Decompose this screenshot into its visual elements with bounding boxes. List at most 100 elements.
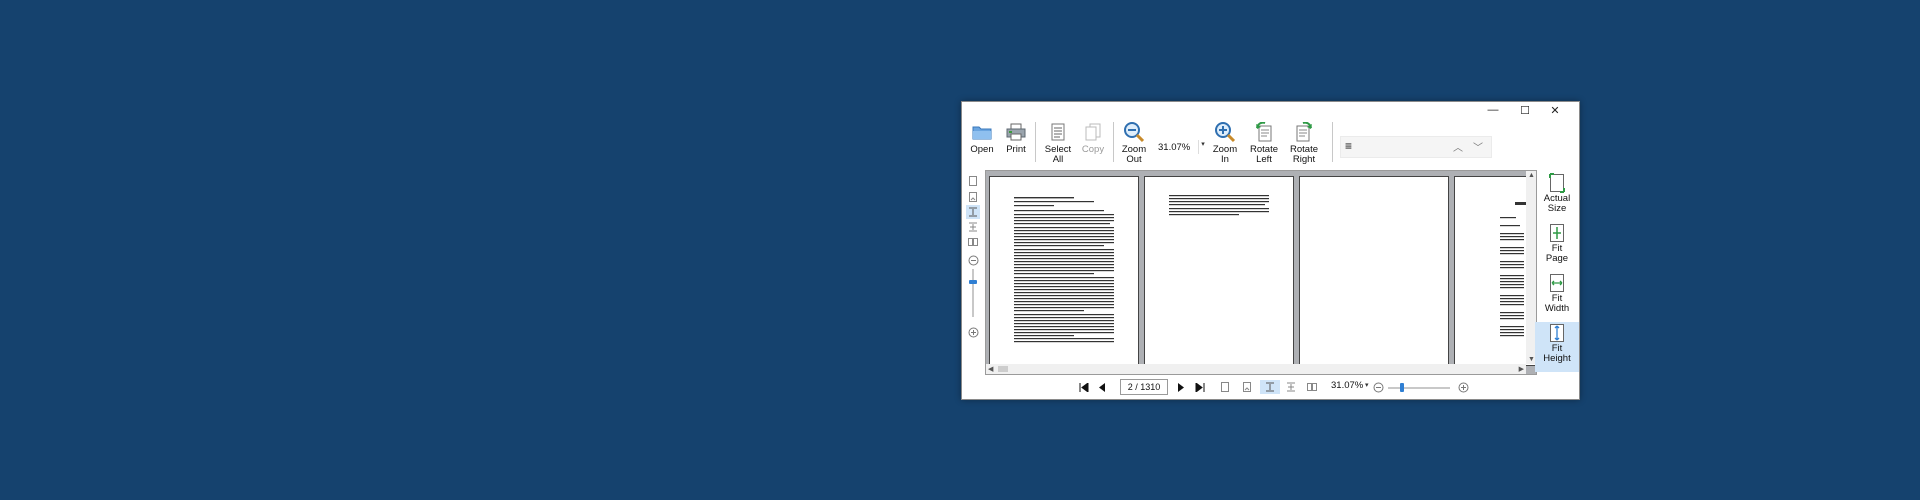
zoom-out-button[interactable]: Zoom Out: [1119, 120, 1149, 166]
actual-size-label: Actual Size: [1543, 193, 1571, 214]
document-page: [989, 176, 1139, 366]
page-text-content: [1500, 202, 1527, 337]
next-page-button[interactable]: [1176, 380, 1186, 394]
horizontal-zoom-slider-thumb[interactable]: [1400, 383, 1404, 392]
document-page: [1299, 176, 1449, 366]
zoom-plus-icon[interactable]: [966, 325, 980, 339]
rotate-right-icon: [1292, 120, 1316, 144]
last-page-icon: [1195, 382, 1205, 392]
open-button[interactable]: Open: [967, 120, 997, 166]
fit-height-label: Fit Height: [1543, 343, 1571, 364]
copy-icon: [1081, 120, 1105, 144]
print-button[interactable]: Print: [1001, 120, 1031, 166]
status-zoom-value[interactable]: 31.07%: [1331, 380, 1363, 391]
horizontal-scroll-thumb[interactable]: [998, 366, 1008, 372]
continuous-view-button[interactable]: [966, 205, 980, 219]
last-page-button[interactable]: [1194, 380, 1206, 394]
open-label: Open: [970, 144, 994, 155]
menu-icon[interactable]: ≡: [1345, 139, 1352, 153]
minimize-button[interactable]: —: [1478, 102, 1508, 118]
scroll-up-icon[interactable]: ▲: [1528, 172, 1535, 179]
zoom-in-icon: [1213, 120, 1237, 144]
zoom-plus-icon: [1458, 382, 1468, 392]
fit-width-button[interactable]: Fit Width: [1535, 272, 1579, 320]
toolbar-separator: [1035, 122, 1036, 162]
rotate-right-label: Rotate Right: [1290, 144, 1318, 165]
select-all-button[interactable]: Select All: [1042, 120, 1074, 166]
scroll-left-icon[interactable]: ◀: [988, 365, 993, 373]
search-box[interactable]: ≡ ︿ ﹀: [1340, 136, 1492, 158]
maximize-button[interactable]: ☐: [1510, 102, 1540, 118]
first-page-button[interactable]: [1078, 380, 1090, 394]
chevron-down-icon[interactable]: ﹀: [1473, 139, 1483, 154]
horizontal-scrollbar[interactable]: ◀ ▶: [986, 364, 1526, 374]
printer-icon: [1004, 120, 1028, 144]
single-page-view-button[interactable]: [1218, 380, 1232, 394]
zoom-in-label: Zoom In: [1212, 144, 1238, 165]
copy-label: Copy: [1081, 144, 1105, 155]
zoom-out-label: Zoom Out: [1121, 144, 1147, 165]
pdf-viewer-window: — ☐ ✕ Open Print Select All Copy Zoom Ou…: [961, 101, 1580, 400]
vertical-zoom-slider[interactable]: [972, 269, 974, 317]
horizontal-zoom-slider[interactable]: [1388, 387, 1450, 389]
rotate-left-button[interactable]: Rotate Left: [1247, 120, 1281, 166]
zoom-dropdown[interactable]: ▾: [1198, 140, 1207, 154]
fit-page-label: Fit Page: [1545, 243, 1569, 264]
document-viewport[interactable]: ▲ ▼ ◀ ▶: [985, 170, 1537, 375]
vertical-zoom-slider-thumb[interactable]: [969, 280, 977, 284]
chevron-up-icon[interactable]: ︿: [1453, 139, 1463, 154]
folder-icon: [970, 120, 994, 144]
fit-height-button[interactable]: Fit Height: [1535, 322, 1579, 372]
facing-continuous-button[interactable]: [1284, 380, 1298, 394]
rotate-right-button[interactable]: Rotate Right: [1286, 120, 1322, 166]
print-label: Print: [1006, 144, 1026, 155]
chevron-down-icon: ▾: [1201, 141, 1205, 148]
zoom-minus-icon: [1373, 382, 1383, 392]
fit-width-label: Fit Width: [1544, 293, 1570, 314]
document-page: [1144, 176, 1294, 366]
single-page-continuous-button[interactable]: [966, 190, 980, 204]
maximize-icon: ☐: [1520, 104, 1530, 117]
fit-page-button[interactable]: Fit Page: [1535, 222, 1579, 270]
fit-height-icon: [1549, 322, 1565, 344]
page-number-input[interactable]: 2 / 1310: [1120, 379, 1168, 395]
facing-continuous-button[interactable]: [966, 220, 980, 234]
facing-pages-button[interactable]: [1305, 380, 1319, 394]
select-all-label: Select All: [1044, 144, 1072, 165]
scroll-right-icon[interactable]: ▶: [1519, 365, 1524, 373]
zoom-plus-button[interactable]: [1456, 380, 1470, 394]
toolbar: Open Print Select All Copy Zoom Out 31.0…: [962, 118, 1579, 168]
select-all-icon: [1046, 120, 1070, 144]
previous-page-button[interactable]: [1097, 380, 1107, 394]
scroll-down-icon[interactable]: ▼: [1528, 356, 1535, 363]
page-text-content: [1169, 195, 1269, 216]
status-zoom-dropdown[interactable]: ▾: [1365, 381, 1369, 389]
facing-pages-button[interactable]: [966, 235, 980, 249]
fit-width-icon: [1549, 272, 1565, 294]
prev-page-icon: [1099, 382, 1105, 392]
single-page-view-button[interactable]: [966, 174, 980, 188]
left-view-toolbar: [962, 168, 984, 376]
fit-page-icon: [1549, 222, 1565, 244]
zoom-minus-button[interactable]: [1371, 380, 1385, 394]
minimize-icon: —: [1487, 104, 1499, 116]
toolbar-separator: [1113, 122, 1114, 162]
document-page: [1454, 176, 1536, 366]
right-fit-panel: Actual Size Fit Page Fit Width Fit Heigh…: [1535, 168, 1579, 376]
copy-button[interactable]: Copy: [1078, 120, 1108, 166]
title-bar: — ☐ ✕: [962, 102, 1579, 118]
actual-size-button[interactable]: Actual Size: [1535, 172, 1579, 220]
first-page-icon: [1079, 382, 1089, 392]
single-page-continuous-button[interactable]: [1240, 380, 1254, 394]
toolbar-separator: [1332, 122, 1333, 162]
close-icon: ✕: [1550, 104, 1560, 117]
actual-size-icon: [1549, 172, 1565, 194]
close-button[interactable]: ✕: [1540, 102, 1570, 118]
zoom-minus-icon[interactable]: [966, 253, 980, 267]
continuous-view-button[interactable]: [1260, 380, 1280, 394]
status-bar: 2 / 1310 31.07% ▾: [962, 376, 1579, 398]
zoom-out-icon: [1122, 120, 1146, 144]
zoom-value-text: 31.07%: [1158, 141, 1191, 153]
page-indicator: 2 / 1310: [1127, 382, 1161, 392]
zoom-in-button[interactable]: Zoom In: [1210, 120, 1240, 166]
